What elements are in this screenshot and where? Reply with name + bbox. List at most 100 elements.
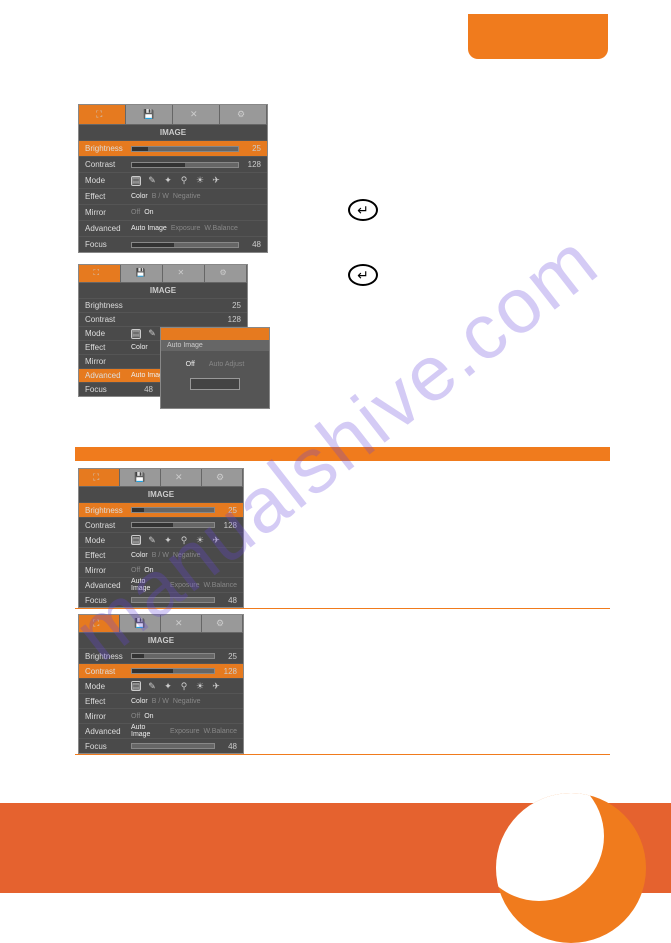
mode-icon-6[interactable]: ✈ [211,681,221,691]
dialog-off[interactable]: Off [186,361,195,368]
effect-negative[interactable]: Negative [173,193,201,200]
row-brightness[interactable]: Brightness 25 [79,140,267,156]
mirror-on[interactable]: On [144,713,153,720]
advanced-exposure[interactable]: Exposure [171,225,201,232]
row-advanced[interactable]: Advanced Auto Image Exposure W.Balance [79,220,267,236]
row-contrast[interactable]: Contrast 128 [79,517,243,532]
mode-icon-6[interactable]: ✈ [211,535,221,545]
effect-options[interactable]: Color B / W Negative [131,193,261,200]
mode-icon-4[interactable]: ⚲ [179,681,189,691]
tab-save[interactable]: 💾 [126,105,173,124]
row-focus[interactable]: Focus 48 [79,236,267,252]
row-effect[interactable]: Effect Color B / W Negative [79,188,267,204]
row-effect[interactable]: Effect ColorB / WNegative [79,693,243,708]
advanced-autoimage[interactable]: Auto Image [131,578,166,592]
tab-save[interactable]: 💾 [120,469,161,486]
mode-icon-6[interactable]: ✈ [211,176,221,186]
tab-image[interactable]: ⛶ [79,469,120,486]
row-mode[interactable]: Mode ▤✎✦⚲☀✈ [79,678,243,693]
mode-icon-3[interactable]: ✦ [163,176,173,186]
row-contrast[interactable]: Contrast 128 [79,663,243,678]
mode-icon-3[interactable]: ✦ [163,535,173,545]
row-focus[interactable]: Focus 48 [79,592,243,607]
advanced-exposure[interactable]: Exposure [170,728,200,735]
mode-options[interactable]: ▤ ✎ ✦ ⚲ ☀ ✈ [131,176,261,186]
row-mode[interactable]: Mode ▤✎✦⚲☀✈ [79,532,243,547]
row-brightness[interactable]: Brightness 25 [79,298,247,312]
effect-color[interactable]: Color [131,193,148,200]
effect-color[interactable]: Color [131,552,148,559]
mode-icon-5[interactable]: ☀ [195,681,205,691]
row-focus[interactable]: Focus 48 [79,738,243,753]
advanced-options[interactable]: Auto Image Exposure W.Balance [131,225,261,232]
effect-negative[interactable]: Negative [173,698,201,705]
advanced-wbalance[interactable]: W.Balance [204,225,237,232]
tab-image[interactable]: ⛶ [79,105,126,124]
mirror-on[interactable]: On [144,567,153,574]
tab-tools[interactable]: ✕ [173,105,220,124]
mode-icon-4[interactable]: ⚲ [179,176,189,186]
dialog-confirm-button[interactable] [190,378,240,390]
mode-icon-1[interactable]: ▤ [131,329,141,339]
focus-slider[interactable] [131,242,239,248]
effect-bw[interactable]: B / W [152,552,169,559]
mode-icon-3[interactable]: ✦ [163,681,173,691]
mode-icon-2[interactable]: ✎ [147,176,157,186]
effect-color[interactable]: Color [131,698,148,705]
row-mode[interactable]: Mode ▤ ✎ ✦ ⚲ ☀ ✈ [79,172,267,188]
tab-settings[interactable]: ⚙ [202,615,243,632]
mirror-off[interactable]: Off [131,209,140,216]
row-brightness[interactable]: Brightness 25 [79,648,243,663]
tab-tools[interactable]: ✕ [163,265,205,282]
row-contrast[interactable]: Contrast 128 [79,312,247,326]
row-advanced[interactable]: Advanced Auto ImageExposureW.Balance [79,577,243,592]
tab-save[interactable]: 💾 [120,615,161,632]
tab-settings[interactable]: ⚙ [202,469,243,486]
mode-icon-4[interactable]: ⚲ [179,535,189,545]
mode-icon-2[interactable]: ✎ [147,329,157,339]
advanced-autoimage[interactable]: Auto Image [131,724,166,738]
mode-options[interactable]: ▤ ✎ ✦ ⚲ ☀ ✈ [131,681,237,691]
row-mirror[interactable]: Mirror OffOn [79,562,243,577]
effect-color[interactable]: Color [131,344,148,351]
effect-bw[interactable]: B / W [152,193,169,200]
mode-icon-1[interactable]: ▤ [131,681,141,691]
mode-icon-2[interactable]: ✎ [147,535,157,545]
advanced-exposure[interactable]: Exposure [170,582,200,589]
effect-bw[interactable]: B / W [152,698,169,705]
mirror-label: Mirror [85,357,131,366]
row-mirror[interactable]: Mirror Off On [79,204,267,220]
enter-button-1[interactable]: ↵ [348,199,378,221]
mode-icon-1[interactable]: ▤ [131,176,141,186]
tab-save[interactable]: 💾 [121,265,163,282]
tab-settings[interactable]: ⚙ [205,265,247,282]
mode-icon-2[interactable]: ✎ [147,681,157,691]
advanced-wbalance[interactable]: W.Balance [204,728,237,735]
tab-tools[interactable]: ✕ [161,469,202,486]
contrast-slider[interactable] [131,162,239,168]
tab-tools[interactable]: ✕ [161,615,202,632]
effect-negative[interactable]: Negative [173,552,201,559]
tab-settings[interactable]: ⚙ [220,105,267,124]
tab-image[interactable]: ⛶ [79,265,121,282]
mode-icon-5[interactable]: ☀ [195,535,205,545]
row-advanced[interactable]: Advanced Auto ImageExposureW.Balance [79,723,243,738]
row-effect[interactable]: Effect ColorB / WNegative [79,547,243,562]
mirror-options[interactable]: Off On [131,209,261,216]
brightness-slider[interactable] [131,146,239,152]
dialog-auto[interactable]: Auto Adjust [209,361,244,368]
mirror-off[interactable]: Off [131,713,140,720]
mode-icon-5[interactable]: ☀ [195,176,205,186]
row-contrast[interactable]: Contrast 128 [79,156,267,172]
advanced-wbalance[interactable]: W.Balance [204,582,237,589]
advanced-autoimage[interactable]: Auto Image [131,225,167,232]
mirror-on[interactable]: On [144,209,153,216]
mode-options[interactable]: ▤ ✎ ✦ ⚲ ☀ ✈ [131,535,237,545]
enter-button-2[interactable]: ↵ [348,264,378,286]
mirror-off[interactable]: Off [131,567,140,574]
row-brightness[interactable]: Brightness 25 [79,502,243,517]
mode-icon-1[interactable]: ▤ [131,535,141,545]
dialog-options[interactable]: Off Auto Adjust [186,361,245,368]
row-mirror[interactable]: Mirror OffOn [79,708,243,723]
tab-image[interactable]: ⛶ [79,615,120,632]
